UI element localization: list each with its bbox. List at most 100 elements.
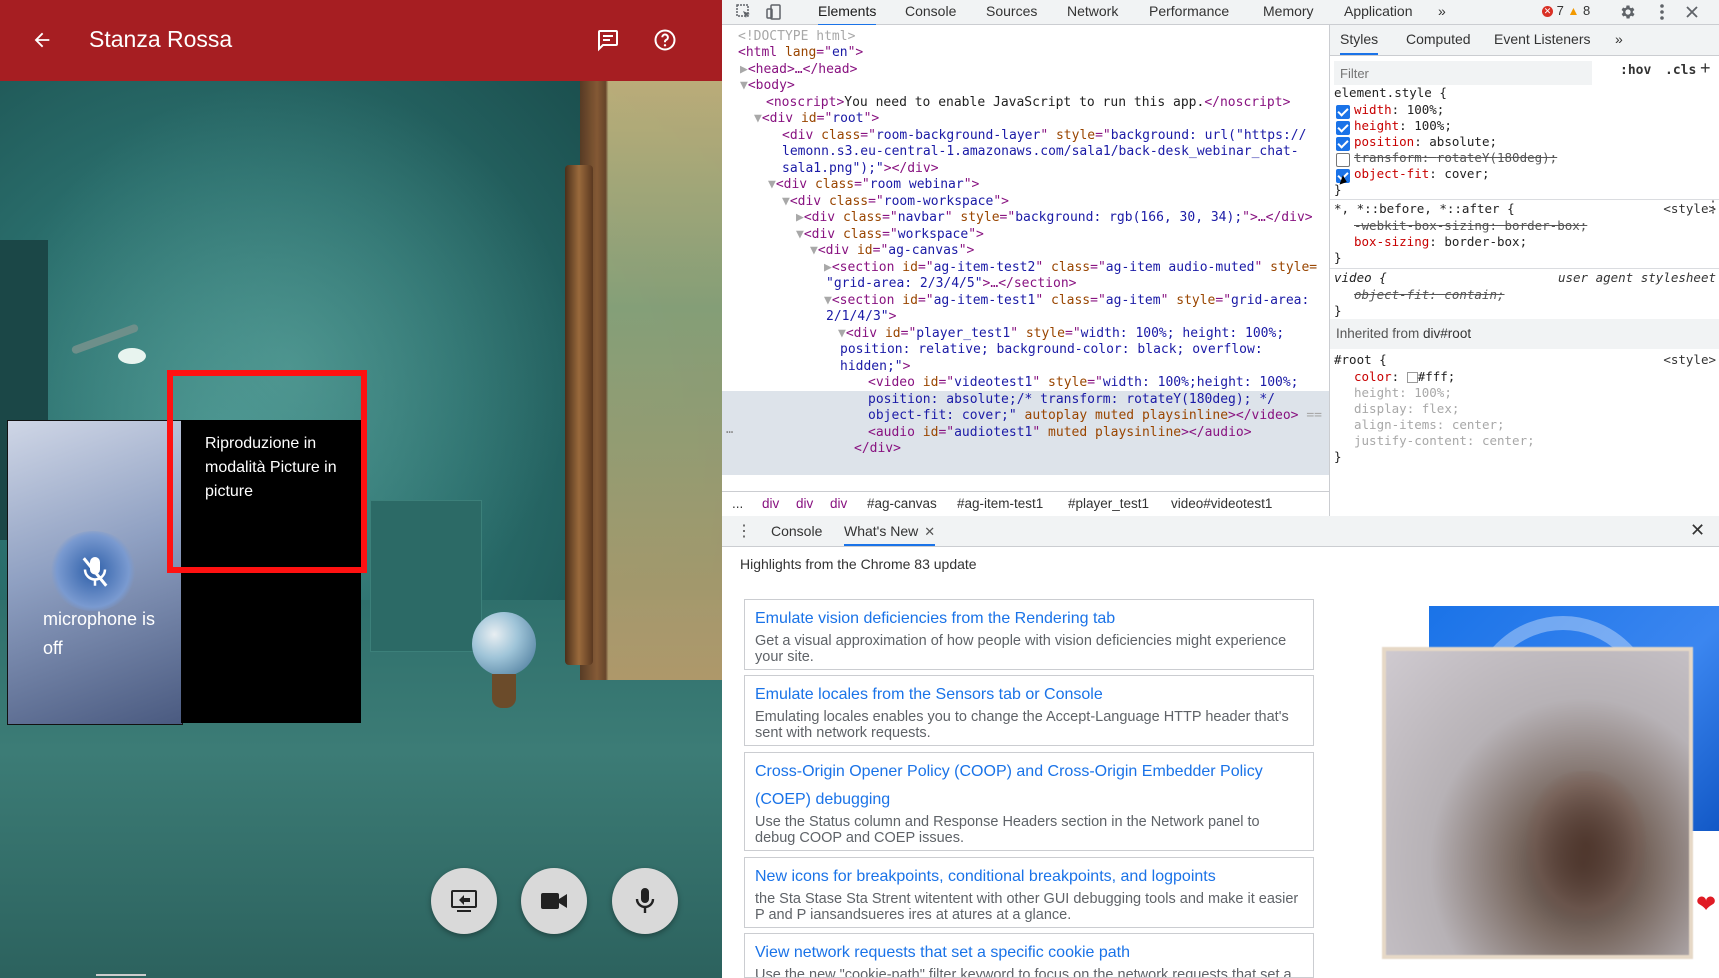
style-rule-box-sizing[interactable]: box-sizing: border-box; <box>1354 234 1527 251</box>
dom-video-selected[interactable]: <video id="videotest1" style="width: 100… <box>868 375 1299 392</box>
room-title: Stanza Rossa <box>89 26 233 52</box>
video-selector: video { <box>1334 270 1387 285</box>
style-rule-transform[interactable]: transform: rotateY(180deg); <box>1354 150 1557 167</box>
dom-noscript[interactable]: <noscript>You need to enable JavaScript … <box>766 95 1290 112</box>
mic-off-icon <box>78 552 112 592</box>
dom-room-background[interactable]: <div class="room-background-layer" style… <box>782 128 1306 145</box>
close-drawer-icon[interactable]: ✕ <box>1690 520 1705 541</box>
dom-div-close: </div> <box>854 441 901 456</box>
style-rule-width[interactable]: width: 100%; <box>1354 102 1444 119</box>
dom-workspace[interactable]: ▼<div class="workspace"> <box>796 227 984 244</box>
inspect-element-icon[interactable] <box>734 2 754 22</box>
whats-new-description: Use the new "cookie-path" filter keyword… <box>755 967 1292 978</box>
settings-gear-icon[interactable] <box>1618 2 1638 22</box>
whats-new-link[interactable]: Emulate locales from the Sensors tab or … <box>745 676 1313 709</box>
breadcrumb-video[interactable]: video#videotest1 <box>1171 492 1272 516</box>
new-rule-button[interactable]: + <box>1700 58 1711 79</box>
share-screen-button[interactable] <box>431 868 497 934</box>
whats-new-link[interactable]: Emulate vision deficiencies from the Ren… <box>745 600 1313 633</box>
style-rule-object-fit[interactable]: object-fit: cover; <box>1354 166 1489 183</box>
dom-tree: … <!DOCTYPE html> <html lang="en"> ▶<hea… <box>722 25 1329 491</box>
hov-toggle[interactable]: :hov <box>1620 63 1651 78</box>
tab-event-listeners[interactable]: Event Listeners <box>1494 25 1591 53</box>
tab-console[interactable]: Console <box>905 0 956 24</box>
drawer-tab-console[interactable]: Console <box>771 516 822 544</box>
node-menu-dots[interactable]: … <box>726 421 733 438</box>
dom-doctype[interactable]: <!DOCTYPE html> <box>738 29 855 46</box>
dom-room-webinar[interactable]: ▼<div class="room webinar"> <box>768 177 979 194</box>
drawer-menu-icon[interactable]: ⋮ <box>736 521 752 541</box>
dom-body[interactable]: ▼<body> <box>740 78 795 95</box>
breadcrumb-ag-item-test1[interactable]: #ag-item-test1 <box>957 492 1043 516</box>
whats-new-link[interactable]: Cross-Origin Opener Policy (COOP) and Cr… <box>745 753 1313 814</box>
help-button[interactable] <box>647 22 683 58</box>
universal-source-link[interactable]: <style> <box>1663 201 1716 216</box>
whats-new-description: Get a visual approximation of how people… <box>755 633 1287 665</box>
dom-ag-canvas[interactable]: ▼<div id="ag-canvas"> <box>810 243 974 260</box>
breadcrumb-ag-canvas[interactable]: #ag-canvas <box>867 492 937 516</box>
style-rule-display: display: flex; <box>1354 401 1460 416</box>
tab-application[interactable]: Application <box>1344 0 1413 24</box>
globe-stand <box>492 674 516 708</box>
style-rule-color[interactable]: color: #fff; <box>1354 369 1455 386</box>
close-devtools-icon[interactable] <box>1682 2 1702 22</box>
warning-count: 8 <box>1583 3 1591 18</box>
lamp-head <box>118 348 146 364</box>
breadcrumb-div-1[interactable]: div <box>762 492 779 516</box>
chat-button[interactable] <box>590 22 626 58</box>
more-tabs-button[interactable]: » <box>1438 0 1446 24</box>
device-toolbar-icon[interactable] <box>764 2 784 22</box>
whats-new-item: View network requests that set a specifi… <box>744 933 1314 978</box>
breadcrumb-overflow[interactable]: ... <box>732 492 743 516</box>
close-tab-icon[interactable]: ✕ <box>924 524 935 539</box>
style-rule-webkit-box-sizing[interactable]: -webkit-box-sizing: border-box; <box>1354 218 1587 235</box>
dom-audio[interactable]: <audio id="audiotest1" muted playsinline… <box>868 425 1252 442</box>
dom-html[interactable]: <html lang="en"> <box>738 45 863 62</box>
whats-new-link[interactable]: View network requests that set a specifi… <box>745 934 1313 967</box>
microphone-button[interactable] <box>612 868 678 934</box>
style-rule-height[interactable]: height: 100%; <box>1354 118 1452 135</box>
tab-memory[interactable]: Memory <box>1263 0 1314 24</box>
rule-separator <box>1330 268 1719 269</box>
tab-sources[interactable]: Sources <box>986 0 1037 24</box>
root-close: } <box>1334 449 1342 464</box>
cls-toggle[interactable]: .cls <box>1665 63 1696 78</box>
back-button[interactable] <box>24 22 60 58</box>
dom-ag-item-test1[interactable]: ▼<section id="ag-item-test1" class="ag-i… <box>824 293 1309 310</box>
universal-selector: *, *::before, *::after { <box>1334 201 1515 216</box>
whats-new-item: Cross-Origin Opener Policy (COOP) and Cr… <box>744 752 1314 851</box>
dom-room-workspace[interactable]: ▼<div class="room-workspace"> <box>782 194 1009 211</box>
dom-head[interactable]: ▶<head>…</head> <box>740 62 857 79</box>
more-styles-tabs[interactable]: » <box>1615 25 1623 53</box>
checkbox-position[interactable] <box>1336 137 1350 151</box>
tab-styles[interactable]: Styles <box>1340 25 1379 55</box>
checkbox-transform[interactable] <box>1336 153 1350 167</box>
dom-root[interactable]: ▼<div id="root"> <box>754 111 879 128</box>
tab-network[interactable]: Network <box>1067 0 1118 24</box>
style-rule-position[interactable]: position: absolute; <box>1354 134 1497 151</box>
color-swatch[interactable] <box>1406 372 1418 383</box>
styles-filter-input[interactable] <box>1334 61 1592 85</box>
dom-player-test1[interactable]: ▼<div id="player_test1" style="width: 10… <box>838 326 1284 343</box>
whats-new-link[interactable]: New icons for breakpoints, conditional b… <box>745 858 1313 891</box>
breadcrumb-div-2[interactable]: div <box>796 492 813 516</box>
issues-counter[interactable]: ✕ 7 ▲ 8 <box>1542 3 1590 18</box>
universal-close: } <box>1334 250 1342 265</box>
camera-button[interactable] <box>521 868 587 934</box>
drawer-tab-whats-new[interactable]: What's New ✕ <box>844 516 936 546</box>
inherited-target-link[interactable]: div#root <box>1423 326 1471 341</box>
tab-computed[interactable]: Computed <box>1406 25 1471 53</box>
checkbox-width[interactable] <box>1336 105 1350 119</box>
dom-navbar[interactable]: ▶<div class="navbar" style="background: … <box>796 210 1313 227</box>
tab-elements[interactable]: Elements <box>818 0 877 26</box>
checkbox-height[interactable] <box>1336 121 1350 135</box>
more-options-icon[interactable] <box>1652 2 1672 22</box>
breadcrumb-div-3[interactable]: div <box>830 492 847 516</box>
whats-new-item: Emulate locales from the Sensors tab or … <box>744 675 1314 746</box>
breadcrumb-player-test1[interactable]: #player_test1 <box>1068 492 1149 516</box>
tab-performance[interactable]: Performance <box>1149 0 1229 24</box>
error-icon: ✕ <box>1542 6 1553 18</box>
root-source-link[interactable]: <style> <box>1663 352 1716 367</box>
desk-cabinet <box>370 500 482 652</box>
dom-ag-item-test2[interactable]: ▶<section id="ag-item-test2" class="ag-i… <box>824 260 1317 277</box>
